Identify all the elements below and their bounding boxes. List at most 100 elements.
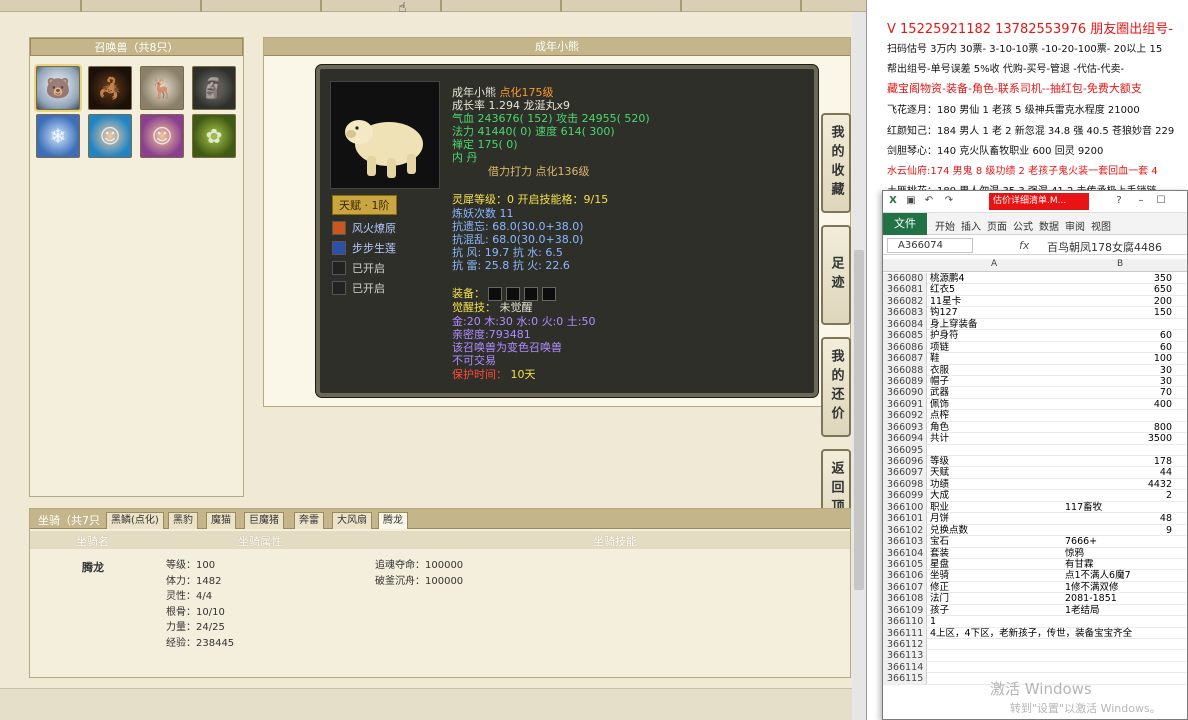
table-row[interactable]: 366096 等级 178 <box>883 456 1187 468</box>
row-number[interactable]: 366104 <box>883 547 927 559</box>
row-number[interactable]: 366107 <box>883 581 927 593</box>
row-number[interactable]: 366096 <box>883 456 927 467</box>
fx-icon[interactable]: fx <box>1019 239 1029 252</box>
cell-b[interactable]: 60 <box>1160 342 1172 353</box>
cell-a[interactable]: 项链 <box>930 342 949 353</box>
row-number[interactable]: 366098 <box>883 478 927 490</box>
ribbon-tab[interactable]: 审阅 <box>1065 218 1085 233</box>
table-row[interactable]: 366091 佩饰 400 <box>883 398 1187 411</box>
row-number[interactable]: 366115 <box>883 673 927 685</box>
my-favorites-button[interactable]: 我的收藏 <box>821 113 851 213</box>
cell-b[interactable]: 30 <box>1160 365 1172 376</box>
table-row[interactable]: 366099 大成 2 <box>883 490 1187 502</box>
cell-a[interactable]: 共计 <box>930 433 949 444</box>
row-number[interactable]: 366103 <box>883 536 927 548</box>
cell-a[interactable]: 钩127 <box>930 307 958 318</box>
mount-tab-active[interactable]: 腾龙 <box>378 512 408 529</box>
table-row[interactable]: 366083 钩127 150 <box>883 307 1187 319</box>
table-row[interactable]: 366087 鞋 100 <box>883 353 1187 365</box>
table-row[interactable]: 366113 <box>883 650 1187 662</box>
table-row[interactable]: 366106 坐骑 点1不满人6魔7 <box>883 570 1187 582</box>
mount-tab[interactable]: 黑豹 <box>168 512 198 529</box>
file-tab[interactable]: 文件 <box>883 213 927 235</box>
row-number[interactable]: 366092 <box>883 410 927 422</box>
row-number[interactable]: 366114 <box>883 661 927 673</box>
talent-row[interactable]: 风火燎原 <box>332 220 397 235</box>
cell-a[interactable]: 红衣5 <box>930 284 955 295</box>
column-header-a[interactable]: A <box>991 259 997 269</box>
cell-a[interactable]: 桃源鹏4 <box>930 273 965 284</box>
equip-slot[interactable] <box>506 287 520 301</box>
cell-a[interactable]: 角色 <box>930 422 949 433</box>
cell-b[interactable]: 1修不满双修 <box>1065 582 1119 593</box>
redo-icon[interactable]: ↷ <box>943 195 955 207</box>
cell-b[interactable]: 350 <box>1154 273 1172 284</box>
undo-icon[interactable]: ↶ <box>923 195 935 207</box>
cell-b[interactable]: 2 <box>1166 490 1172 501</box>
cell-a[interactable]: 1 <box>930 616 936 627</box>
cell-b[interactable]: 有甘霖 <box>1065 559 1094 570</box>
cell-a[interactable]: 坐骑 <box>930 570 949 581</box>
table-row[interactable]: 366103 宝石 7666+ <box>883 536 1187 548</box>
table-row[interactable]: 366097 天赋 44 <box>883 467 1187 479</box>
cell-b[interactable]: 9 <box>1166 525 1172 536</box>
minimize-icon[interactable]: – <box>1135 195 1147 207</box>
mount-tab[interactable]: 大风扇 <box>332 512 372 529</box>
row-number[interactable]: 366082 <box>883 295 927 307</box>
talent-row[interactable]: 已开启 <box>332 260 397 275</box>
cell-b[interactable]: 650 <box>1154 284 1172 295</box>
table-row[interactable]: 366105 星盘 有甘霖 <box>883 558 1187 571</box>
scrollbar-thumb[interactable] <box>854 250 864 590</box>
table-row[interactable]: 366081 红衣5 650 <box>883 284 1187 296</box>
table-row[interactable]: 366085 护身符 60 <box>883 330 1187 342</box>
cell-b[interactable]: 200 <box>1154 296 1172 307</box>
cell-b[interactable]: 400 <box>1154 399 1172 410</box>
cell-a[interactable]: 孩子 <box>930 605 949 616</box>
cell-b[interactable]: 44 <box>1160 467 1172 478</box>
row-number[interactable]: 366105 <box>883 558 927 570</box>
table-row[interactable]: 366101 月饼 48 <box>883 513 1187 525</box>
row-number[interactable]: 366084 <box>883 318 927 330</box>
footprint-button[interactable]: 足迹 <box>821 225 851 325</box>
page-scrollbar[interactable] <box>852 12 866 720</box>
row-number[interactable]: 366093 <box>883 421 927 433</box>
table-row[interactable]: 366111 4上区，4下区，老新孩子，传世，装备宝宝齐全 <box>883 627 1187 639</box>
equip-slot[interactable] <box>524 287 538 301</box>
row-number[interactable]: 366112 <box>883 639 927 650</box>
cell-b[interactable]: 3500 <box>1148 433 1172 444</box>
cell-a[interactable]: 武器 <box>930 387 949 398</box>
row-number[interactable]: 366099 <box>883 490 927 502</box>
row-number[interactable]: 366110 <box>883 616 927 628</box>
table-row[interactable]: 366080 桃源鹏4 350 <box>883 273 1187 285</box>
cell-b[interactable]: 点1不满人6魔7 <box>1065 570 1131 581</box>
row-number[interactable]: 366091 <box>883 398 927 410</box>
maximize-icon[interactable]: ☐ <box>1155 195 1167 207</box>
cell-b[interactable]: 30 <box>1160 376 1172 387</box>
cell-b[interactable]: 800 <box>1154 422 1172 433</box>
table-row[interactable]: 366112 <box>883 639 1187 651</box>
row-number[interactable]: 366113 <box>883 650 927 662</box>
cell-a[interactable]: 兑换点数 <box>930 525 968 536</box>
cell-b[interactable]: 60 <box>1160 330 1172 341</box>
pet-icon[interactable]: ✿ <box>192 114 236 158</box>
table-row[interactable]: 366114 <box>883 661 1187 674</box>
row-number[interactable]: 366080 <box>883 273 927 284</box>
row-number[interactable]: 366083 <box>883 307 927 319</box>
cell-a[interactable]: 鞋 <box>930 353 940 364</box>
cell-b[interactable]: 7666+ <box>1065 536 1097 547</box>
table-row[interactable]: 366088 衣服 30 <box>883 364 1187 376</box>
row-number[interactable]: 366109 <box>883 604 927 616</box>
cell-a[interactable]: 佩饰 <box>930 399 949 410</box>
row-number[interactable]: 366089 <box>883 375 927 387</box>
equip-slot[interactable] <box>542 287 556 301</box>
talent-row[interactable]: 已开启 <box>332 280 397 295</box>
help-icon[interactable]: ? <box>1113 195 1125 207</box>
table-row[interactable]: 366089 帽子 30 <box>883 375 1187 388</box>
cell-a[interactable]: 套装 <box>930 548 949 559</box>
row-number[interactable]: 366094 <box>883 433 927 445</box>
pet-icon[interactable]: ☺ <box>88 114 132 158</box>
cell-a[interactable]: 身上穿装备 <box>930 319 978 330</box>
cell-b[interactable]: 48 <box>1160 513 1172 524</box>
cell-a[interactable]: 帽子 <box>930 376 949 387</box>
table-row[interactable]: 366086 项链 60 <box>883 341 1187 354</box>
